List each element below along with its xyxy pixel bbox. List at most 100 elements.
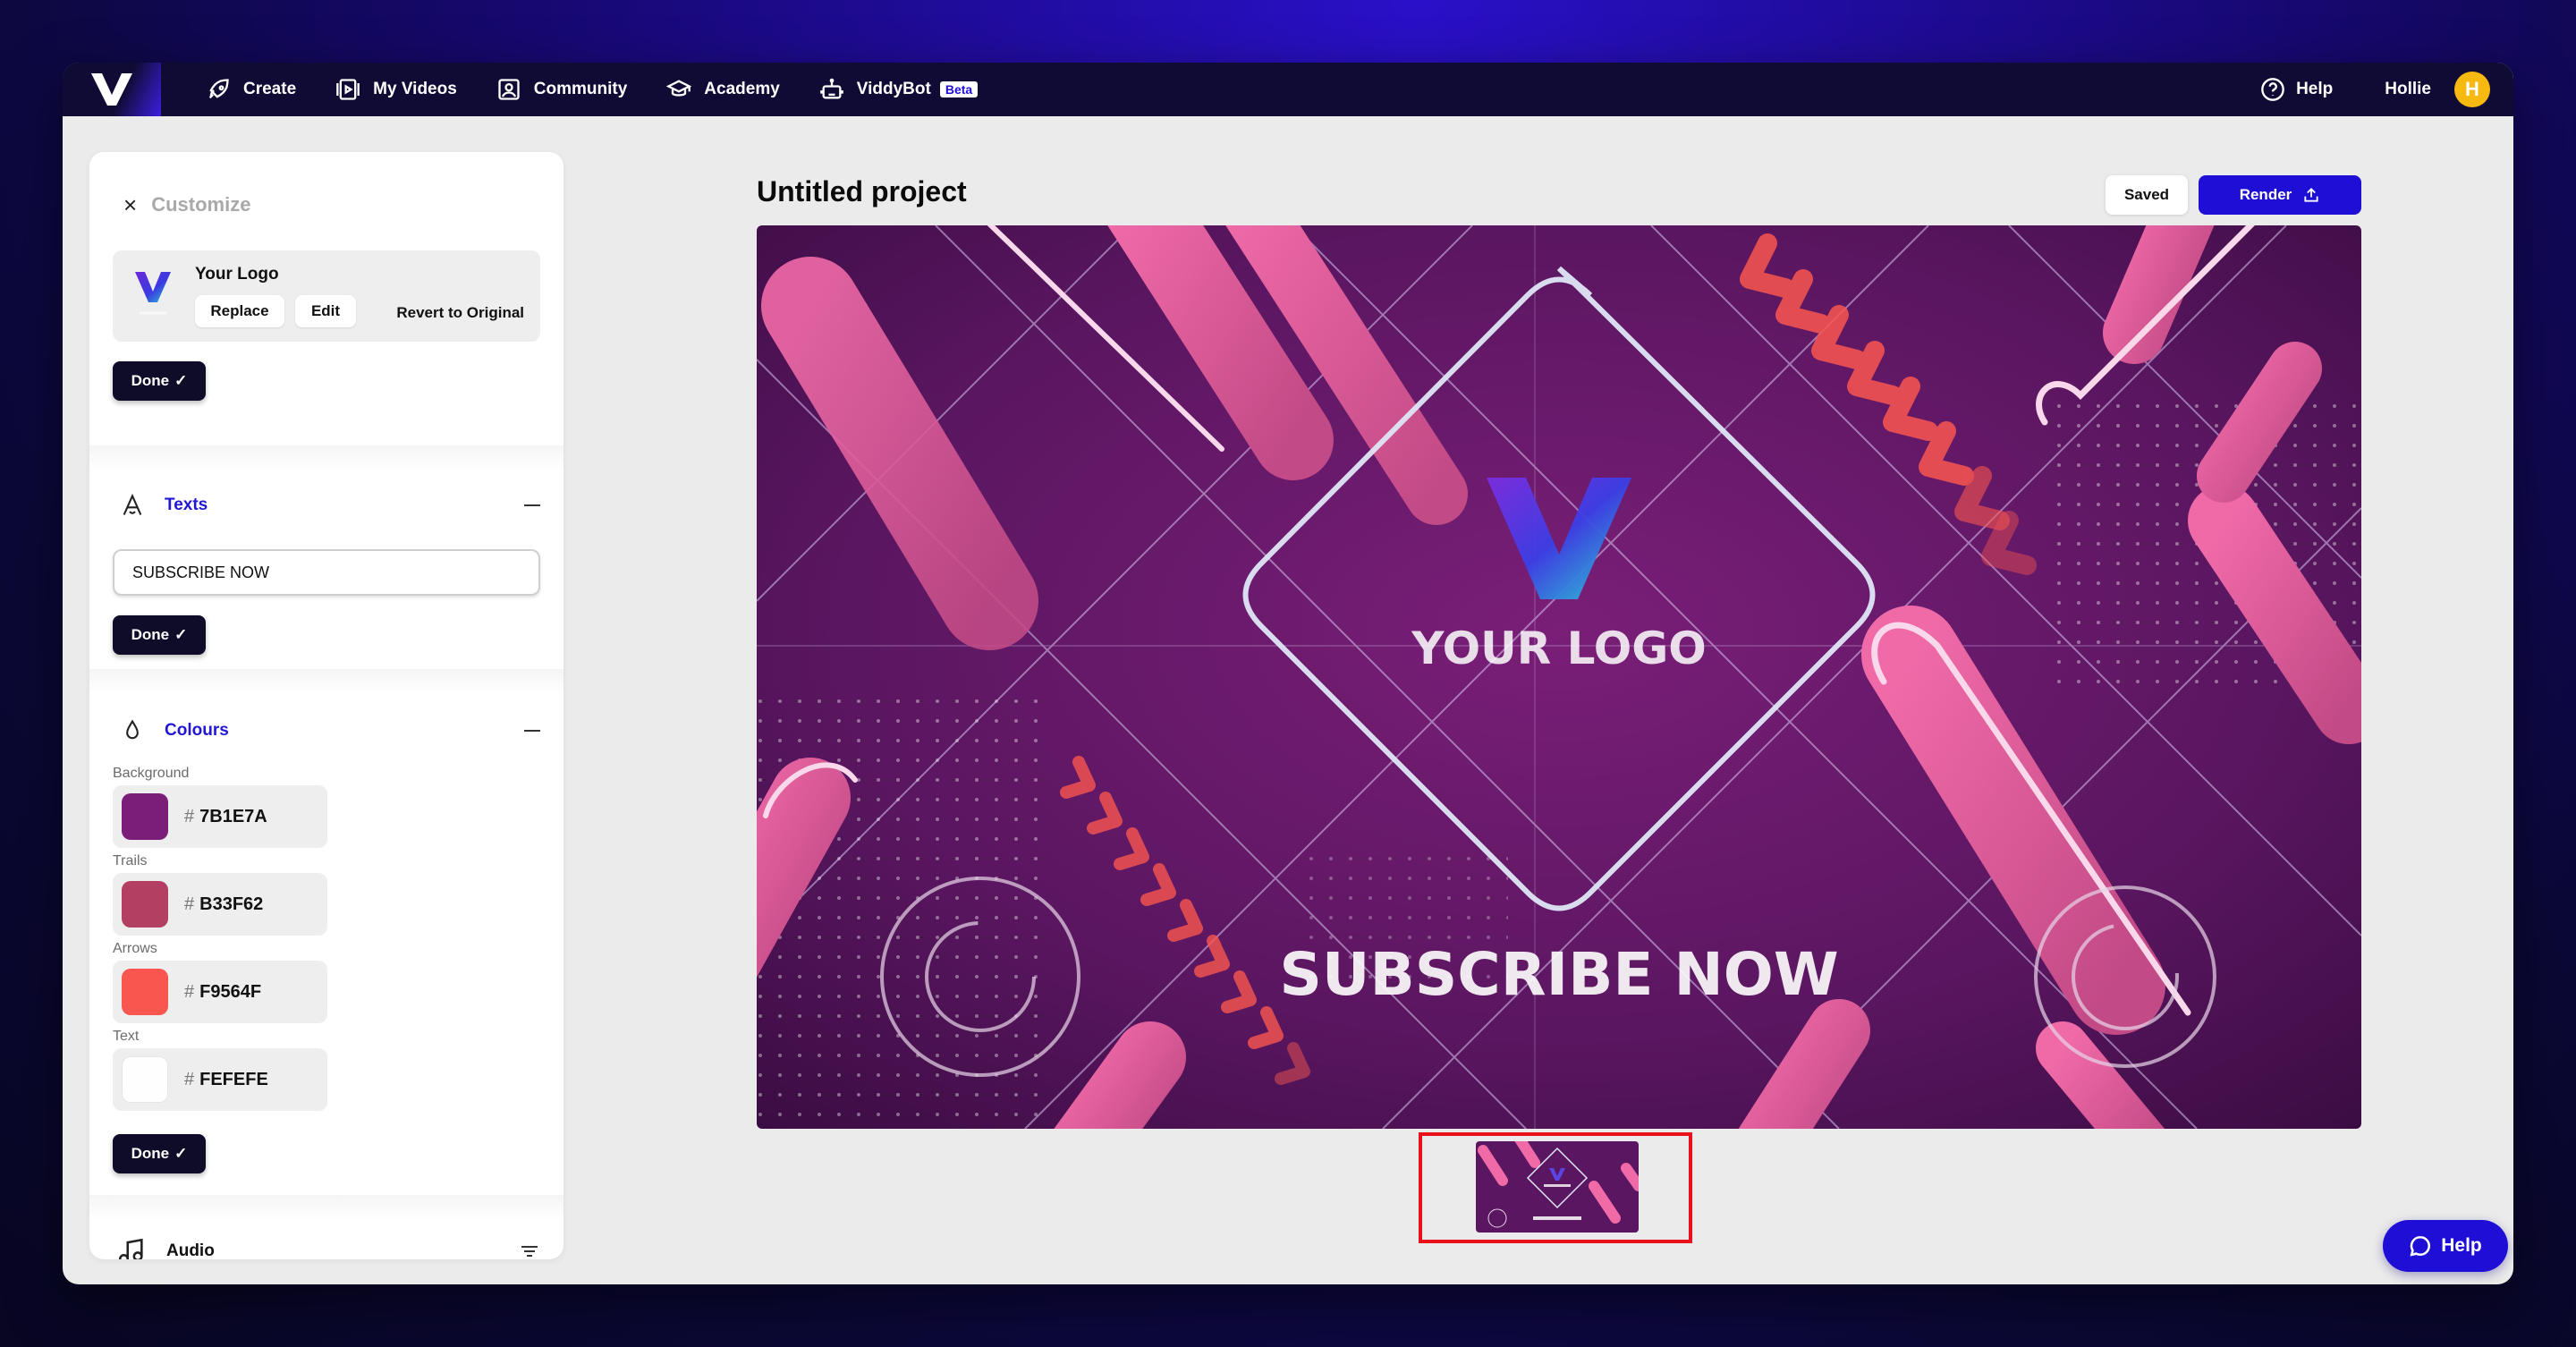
- check-icon: ✓: [174, 1145, 188, 1162]
- colours-section: Colours Background # 7B1E7A Trails # B33…: [89, 694, 564, 1195]
- hash-symbol: #: [184, 894, 195, 914]
- render-label: Render: [2239, 186, 2292, 203]
- filter-lines-icon[interactable]: [521, 1245, 538, 1258]
- texts-header[interactable]: Texts: [89, 483, 564, 528]
- nav-my-videos[interactable]: My Videos: [335, 77, 457, 102]
- nav-community-label: Community: [533, 80, 628, 98]
- color-swatch[interactable]: [122, 793, 168, 840]
- music-note-icon: [118, 1238, 143, 1259]
- drop-icon: [126, 719, 139, 740]
- hash-symbol: #: [184, 806, 195, 826]
- scene-thumbnail[interactable]: [1476, 1141, 1639, 1233]
- scene-thumbnail-strip: [1419, 1132, 1692, 1243]
- revert-to-original-link[interactable]: Revert to Original: [396, 304, 524, 322]
- color-swatch[interactable]: [122, 881, 168, 928]
- section-divider: [89, 669, 564, 694]
- texts-section: Texts Done ✓: [89, 470, 564, 669]
- trails-color-label: Trails: [113, 853, 148, 868]
- section-divider: [89, 1195, 564, 1220]
- text-color-label: Text: [113, 1029, 140, 1044]
- subscribe-text-input[interactable]: [113, 549, 540, 596]
- nav-community[interactable]: Community: [496, 77, 628, 102]
- saved-button[interactable]: Saved: [2106, 175, 2188, 215]
- viddyoze-logo[interactable]: [63, 63, 161, 116]
- upload-icon: [2304, 188, 2318, 202]
- beta-badge: Beta: [939, 81, 979, 97]
- texts-label: Texts: [165, 496, 208, 514]
- color-swatch[interactable]: [122, 969, 168, 1015]
- panel-title: Customize: [151, 193, 251, 216]
- app-window: Create My Videos Community Academy Viddy…: [63, 63, 2513, 1284]
- preview-logo-text: YOUR LOGO: [1411, 623, 1707, 674]
- video-preview[interactable]: YOUR LOGO SUBSCRIBE NOW: [757, 225, 2361, 1129]
- check-icon: ✓: [174, 626, 188, 643]
- arrows-color-picker[interactable]: # F9564F: [113, 961, 327, 1023]
- user-name: Hollie: [2385, 80, 2431, 98]
- color-swatch[interactable]: [122, 1056, 168, 1103]
- close-icon[interactable]: ×: [123, 193, 137, 216]
- background-color-picker[interactable]: # 7B1E7A: [113, 785, 327, 848]
- nav-create-label: Create: [243, 80, 297, 98]
- replace-button[interactable]: Replace: [195, 295, 284, 327]
- nav-help[interactable]: Help: [2260, 77, 2333, 102]
- audio-label: Audio: [166, 1241, 215, 1259]
- text-color-picker[interactable]: # FEFEFE: [113, 1048, 327, 1111]
- colours-label: Colours: [165, 721, 229, 740]
- section-divider: [89, 445, 564, 470]
- color-hex[interactable]: FEFEFE: [199, 1070, 268, 1090]
- nav-academy-label: Academy: [704, 80, 780, 98]
- question-circle-icon: [2261, 78, 2284, 101]
- texts-done-button[interactable]: Done ✓: [113, 615, 206, 655]
- customize-panel: × Customize Your Logo Replace Edit Rever…: [89, 152, 564, 1259]
- logo-section: Your Logo Replace Edit Revert to Origina…: [89, 250, 564, 445]
- colours-done-button[interactable]: Done ✓: [113, 1134, 206, 1173]
- graduation-cap-icon: [666, 80, 692, 97]
- film-icon: [336, 79, 360, 100]
- color-hex[interactable]: B33F62: [199, 894, 263, 915]
- rocket-icon: [208, 79, 229, 99]
- preview-headline: SUBSCRIBE NOW: [1279, 940, 1838, 1009]
- logo-done-label: Done: [131, 372, 170, 389]
- user-menu[interactable]: Hollie H: [2385, 72, 2490, 107]
- hash-symbol: #: [184, 981, 195, 1002]
- collapse-icon[interactable]: [524, 504, 540, 506]
- hash-symbol: #: [184, 1069, 195, 1089]
- project-title[interactable]: Untitled project: [757, 175, 967, 208]
- nav-create[interactable]: Create: [206, 77, 296, 102]
- community-icon: [498, 79, 520, 100]
- nav-viddybot[interactable]: ViddyBot Beta: [819, 77, 979, 102]
- floating-help-button[interactable]: Help: [2383, 1220, 2508, 1272]
- thumbnail-artwork: [1476, 1141, 1639, 1233]
- arrows-color-label: Arrows: [113, 941, 157, 956]
- nav-viddybot-label: ViddyBot: [856, 80, 931, 98]
- robot-icon: [819, 78, 843, 99]
- nav-help-label: Help: [2296, 80, 2334, 98]
- collapse-icon[interactable]: [524, 730, 540, 732]
- audio-header[interactable]: Audio: [89, 1220, 564, 1259]
- color-hex[interactable]: F9564F: [199, 982, 261, 1003]
- avatar[interactable]: H: [2454, 72, 2490, 107]
- nav-menu: Create My Videos Community Academy Viddy…: [206, 77, 1017, 102]
- texts-done-label: Done: [131, 626, 170, 643]
- color-hex[interactable]: 7B1E7A: [199, 807, 267, 827]
- logo-thumbnail: [135, 272, 171, 315]
- panel-header: × Customize: [89, 152, 564, 227]
- logo-name: Your Logo: [195, 265, 279, 284]
- render-button[interactable]: Render: [2199, 175, 2361, 215]
- chat-bubble-icon: [2410, 1235, 2431, 1257]
- floating-help-label: Help: [2441, 1235, 2482, 1256]
- font-icon: [123, 493, 142, 515]
- colours-done-label: Done: [131, 1145, 170, 1162]
- colours-header[interactable]: Colours: [89, 708, 564, 753]
- logo-done-button[interactable]: Done ✓: [113, 361, 206, 401]
- v-logo-icon: [91, 73, 132, 106]
- top-nav: Create My Videos Community Academy Viddy…: [63, 63, 2513, 116]
- nav-right: Help Hollie H: [2260, 72, 2490, 107]
- logo-card: Your Logo Replace Edit Revert to Origina…: [113, 250, 540, 342]
- edit-button[interactable]: Edit: [295, 295, 356, 327]
- nav-academy[interactable]: Academy: [666, 77, 780, 102]
- nav-my-videos-label: My Videos: [373, 80, 457, 98]
- background-color-label: Background: [113, 766, 190, 781]
- trails-color-picker[interactable]: # B33F62: [113, 873, 327, 936]
- preview-artwork: YOUR LOGO SUBSCRIBE NOW: [757, 225, 2361, 1129]
